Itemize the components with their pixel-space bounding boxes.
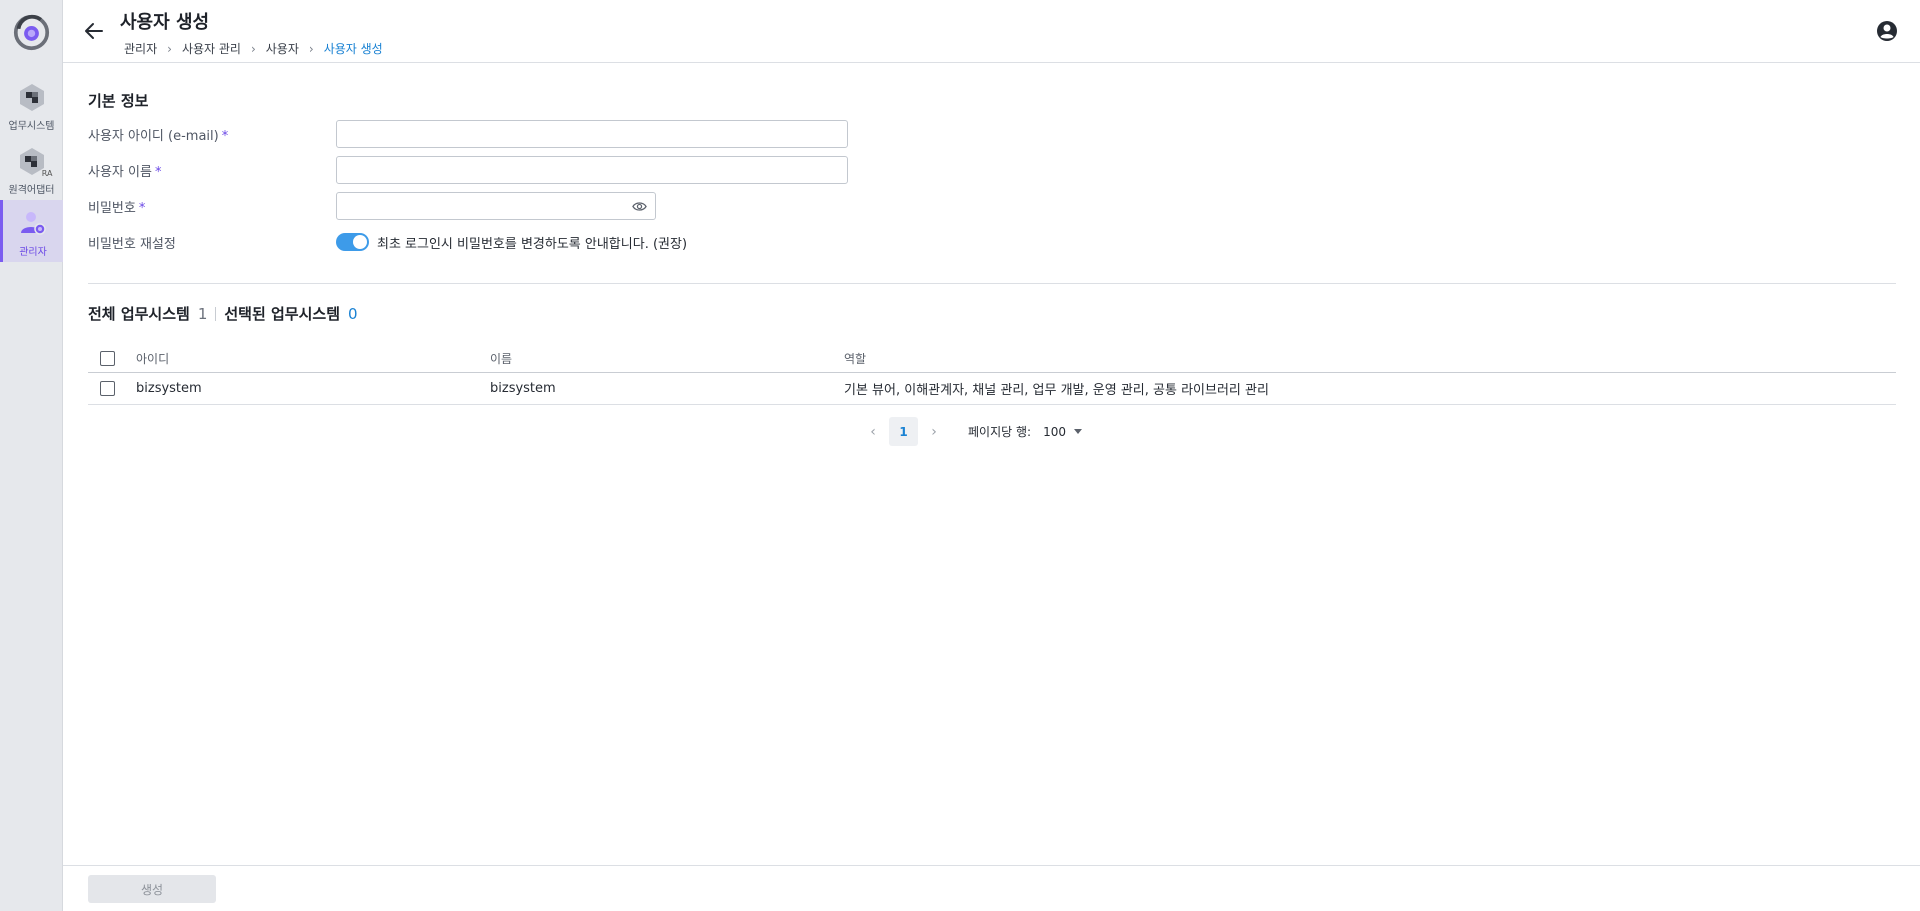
user-name-input[interactable]	[336, 156, 848, 184]
table-header-row: 아이디 이름 역할	[88, 345, 1896, 373]
nav-rail: 업무시스템 RA 원격어댑터 관리자	[0, 0, 63, 911]
password-row: 비밀번호 *	[88, 191, 656, 221]
system-count-heading: 전체 업무시스템 1 선택된 업무시스템 0	[88, 303, 358, 324]
admin-user-icon	[18, 208, 48, 238]
user-id-row: 사용자 아이디 (e-mail) *	[88, 119, 848, 149]
rows-per-page-value: 100	[1043, 424, 1066, 439]
business-system-icon	[17, 82, 47, 112]
user-id-label: 사용자 아이디 (e-mail) *	[88, 125, 336, 144]
password-label: 비밀번호 *	[88, 197, 336, 216]
total-systems-label: 전체 업무시스템	[88, 305, 190, 323]
password-reset-label: 비밀번호 재설정	[88, 236, 176, 252]
nav-item-business-system[interactable]: 업무시스템	[0, 74, 63, 136]
breadcrumb-admin[interactable]: 관리자	[124, 40, 157, 57]
eye-icon[interactable]	[632, 200, 647, 213]
user-id-input[interactable]	[336, 120, 848, 148]
section-divider	[88, 283, 1896, 284]
column-header-name[interactable]: 이름	[490, 350, 844, 367]
nav-label: 관리자	[19, 247, 47, 258]
chevron-left-icon[interactable]: ‹	[863, 424, 883, 440]
selected-systems-count: 0	[348, 304, 358, 323]
back-arrow-icon[interactable]	[83, 20, 105, 42]
column-header-id[interactable]: 아이디	[136, 350, 490, 367]
password-reset-text: 최초 로그인시 비밀번호를 변경하도록 안내합니다. (권장)	[377, 236, 688, 252]
pagination: ‹ 1 › 페이지당 행: 100	[863, 417, 1082, 446]
page-number[interactable]: 1	[889, 417, 918, 446]
row-select-cell	[88, 381, 136, 396]
create-button[interactable]: 생성	[88, 875, 216, 903]
password-reset-toggle[interactable]	[336, 233, 369, 251]
nav-label: 원격어댑터	[8, 185, 55, 196]
heading-divider	[215, 306, 217, 321]
basic-info-title: 기본 정보	[88, 92, 149, 110]
password-input[interactable]	[336, 192, 656, 220]
selected-systems-label: 선택된 업무시스템	[224, 305, 340, 323]
rows-per-page-select[interactable]: 100	[1043, 425, 1082, 439]
breadcrumb-user-management[interactable]: 사용자 관리	[182, 40, 241, 57]
page-title: 사용자 생성	[120, 12, 210, 33]
breadcrumb-user[interactable]: 사용자	[266, 40, 299, 57]
page-header: 사용자 생성 관리자 › 사용자 관리 › 사용자 › 사용자 생성	[63, 0, 1920, 63]
row-checkbox[interactable]	[100, 381, 115, 396]
nav-label: 업무시스템	[8, 121, 55, 132]
nav-item-admin[interactable]: 관리자	[0, 200, 63, 262]
breadcrumb: 관리자 › 사용자 관리 › 사용자 › 사용자 생성	[124, 40, 383, 57]
total-systems-count: 1	[197, 304, 208, 323]
password-label-text: 비밀번호	[88, 200, 136, 216]
systems-table: 아이디 이름 역할 bizsystem bizsystem 기본 뷰어, 이해관…	[88, 345, 1896, 405]
cell-id: bizsystem	[136, 381, 202, 396]
required-mark: *	[154, 164, 162, 180]
user-id-label-text: 사용자 아이디 (e-mail)	[88, 128, 219, 144]
app-logo-icon[interactable]	[13, 14, 50, 51]
caret-down-icon	[1073, 429, 1082, 434]
rows-per-page-label: 페이지당 행:	[968, 425, 1032, 439]
column-header-roles[interactable]: 역할	[844, 350, 1896, 367]
breadcrumb-create-user: 사용자 생성	[323, 42, 383, 56]
select-all-cell	[88, 351, 136, 366]
remote-adapter-icon: RA	[17, 146, 53, 178]
chevron-right-icon: ›	[250, 41, 256, 56]
user-name-row: 사용자 이름 *	[88, 155, 848, 185]
chevron-right-icon: ›	[167, 41, 172, 56]
cell-name: bizsystem	[490, 381, 556, 396]
select-all-checkbox[interactable]	[100, 351, 115, 366]
ra-tag: RA	[41, 169, 53, 178]
cell-roles: 기본 뷰어, 이해관계자, 채널 관리, 업무 개발, 운영 관리, 공통 라이…	[844, 383, 1269, 398]
password-reset-row: 비밀번호 재설정 최초 로그인시 비밀번호를 변경하도록 안내합니다. (권장)	[88, 227, 687, 257]
account-circle-icon[interactable]	[1876, 20, 1898, 42]
page-footer: 생성	[63, 865, 1920, 911]
toggle-knob	[353, 235, 367, 249]
required-mark: *	[221, 128, 229, 144]
chevron-right-icon: ›	[308, 41, 314, 56]
required-mark: *	[138, 200, 146, 216]
table-row[interactable]: bizsystem bizsystem 기본 뷰어, 이해관계자, 채널 관리,…	[88, 373, 1896, 405]
user-name-label-text: 사용자 이름	[88, 164, 152, 180]
nav-item-remote-adapter[interactable]: RA 원격어댑터	[0, 138, 63, 200]
user-name-label: 사용자 이름 *	[88, 161, 336, 180]
chevron-right-icon[interactable]: ›	[924, 424, 944, 440]
